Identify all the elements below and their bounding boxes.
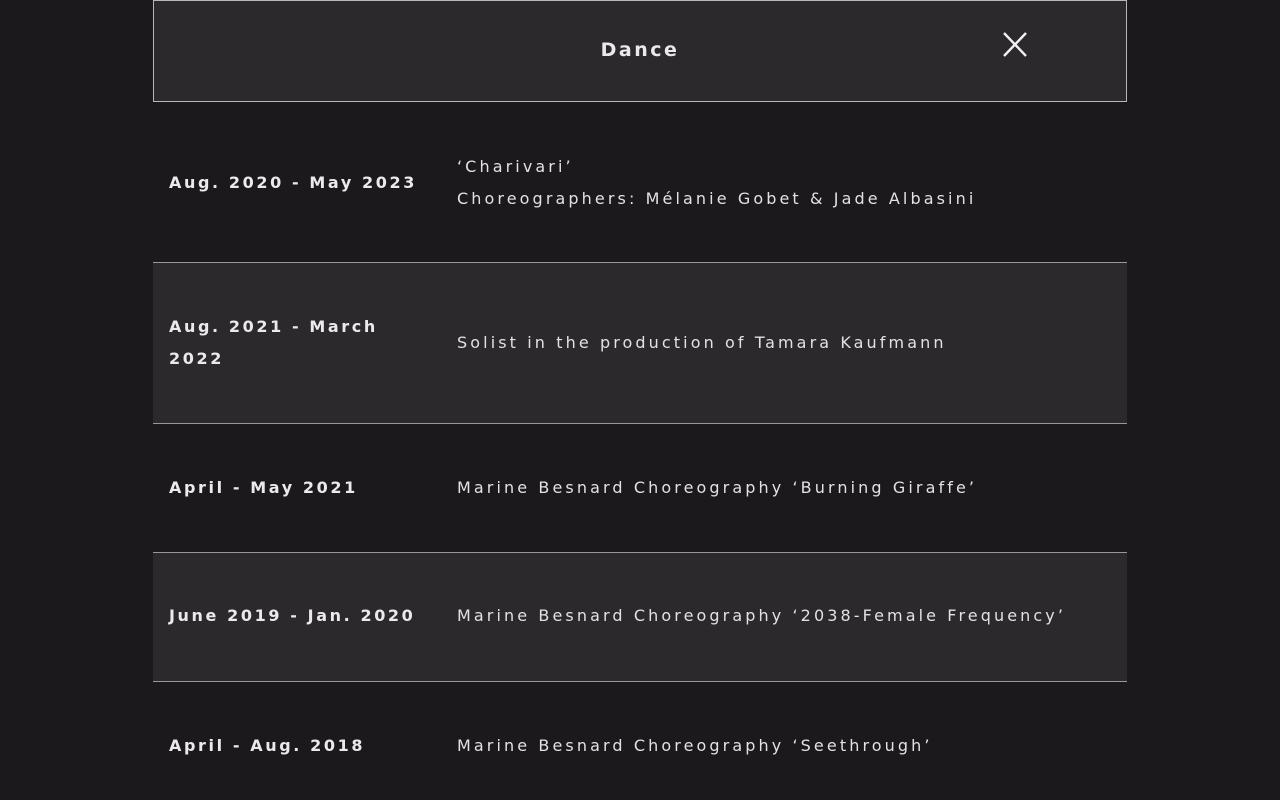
entry-date: April - May 2021 (169, 478, 358, 497)
entry-detail: Choreographers: Mélanie Gobet & Jade Alb… (457, 189, 977, 208)
list-item: Aug. 2021 - March 2022 Solist in the pro… (153, 262, 1127, 423)
list-item: April - Aug. 2018 Marine Besnard Choreog… (153, 681, 1127, 800)
panel-title: Dance (600, 39, 680, 61)
list-item: Aug. 2020 - May 2023 ‘Charivari’ Choreog… (153, 102, 1127, 262)
dance-panel: Dance Aug. 2020 - May 2023 ‘Charivari’ C… (153, 0, 1127, 800)
entry-date-line: 2022 (169, 349, 224, 368)
entry-title: Solist in the production of Tamara Kaufm… (457, 333, 947, 352)
entry-title: Marine Besnard Choreography ‘Seethrough’ (457, 736, 933, 755)
entry-date: April - Aug. 2018 (169, 736, 366, 755)
entry-title: Marine Besnard Choreography ‘2038-Female… (457, 606, 1067, 625)
close-button[interactable] (999, 29, 1031, 61)
entry-date: June 2019 - Jan. 2020 (169, 606, 416, 625)
entry-date: Aug. 2021 - March 2022 (169, 311, 429, 375)
list-item: June 2019 - Jan. 2020 Marine Besnard Cho… (153, 552, 1127, 681)
entry-date: Aug. 2020 - May 2023 (169, 173, 417, 192)
panel-header: Dance (153, 0, 1127, 102)
list-item: April - May 2021 Marine Besnard Choreogr… (153, 423, 1127, 552)
close-icon (1003, 32, 1027, 57)
entry-title: ‘Charivari’ (457, 157, 574, 176)
entry-date-line: Aug. 2021 - March (169, 317, 378, 336)
entry-title: Marine Besnard Choreography ‘Burning Gir… (457, 478, 978, 497)
